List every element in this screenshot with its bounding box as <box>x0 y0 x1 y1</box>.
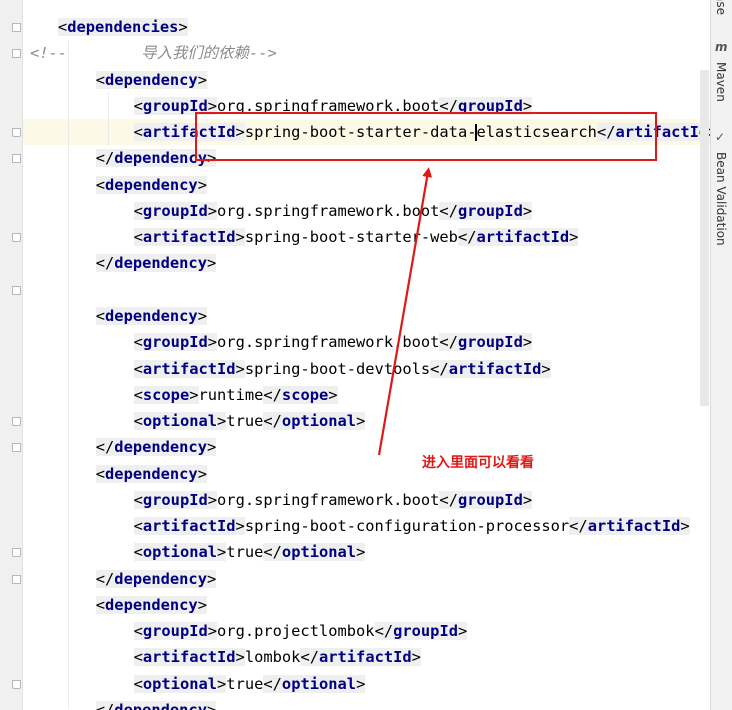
annotation-callout-text: 进入里面可以看看 <box>422 455 534 471</box>
annotation-arrow <box>377 167 433 456</box>
